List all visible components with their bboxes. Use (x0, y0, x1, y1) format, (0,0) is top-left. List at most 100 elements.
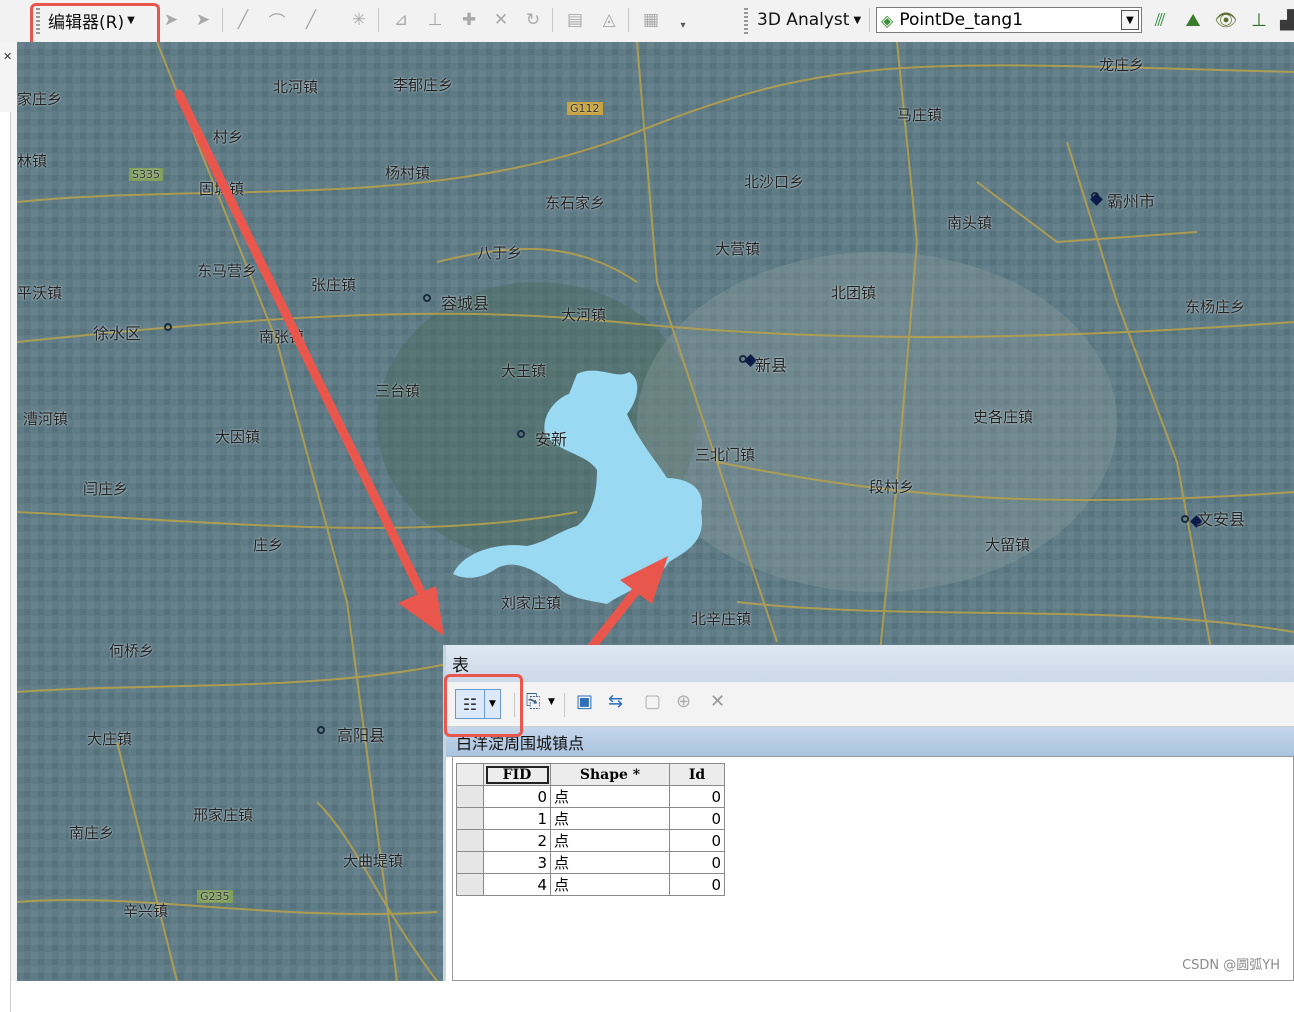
profile-graph-icon[interactable]: ▟ (1275, 7, 1294, 33)
cell-shape[interactable]: 点 (550, 829, 670, 852)
cell-fid[interactable]: 4 (483, 873, 551, 896)
reshape-feature-icon[interactable]: ⊥ (424, 9, 446, 31)
place-label: 村乡 (213, 128, 244, 146)
place-label: 南庄乡 (69, 824, 115, 842)
create-features-icon[interactable]: ▦ (640, 9, 662, 31)
table-options-button[interactable]: ☷ ▼ (455, 689, 501, 719)
place-label: 大营镇 (715, 240, 761, 258)
cell-shape[interactable]: 点 (550, 873, 670, 896)
chevron-down-icon: ▼ (853, 14, 862, 26)
edit-annotation-tool-icon[interactable]: ➤ (192, 9, 214, 31)
select-by-attributes-icon[interactable]: ▣ (576, 691, 593, 712)
road-shield: G235 (197, 890, 233, 903)
segment-tools-icon[interactable]: ╱ (300, 9, 322, 31)
dock-panel-edge (0, 112, 11, 1012)
place-label: 张庄镇 (311, 276, 357, 294)
place-label: 庄乡 (253, 536, 284, 554)
attribute-table-window: 表 ☷ ▼ ⎘ ▼ ▣ ⇆ ▢ ⊕ ✕ 白洋淀周围城镇点 FID Shape *… (443, 645, 1294, 981)
cell-fid[interactable]: 1 (483, 807, 551, 830)
editor-menu[interactable]: 编辑器(R) ▼ (48, 6, 135, 34)
place-label: 北沙口乡 (744, 173, 805, 191)
table-row[interactable]: 3 点 0 (456, 851, 725, 874)
attributes-icon[interactable]: ▤ (564, 9, 586, 31)
table-tab-label: 白洋淀周围城镇点 (456, 734, 585, 753)
switch-selection-icon[interactable]: ⇆ (608, 691, 623, 712)
chevron-down-icon: ▼ (127, 14, 135, 26)
related-tables-icon[interactable]: ⎘ (526, 691, 540, 712)
toolbar-grip[interactable] (36, 8, 40, 34)
line-of-sight-icon[interactable]: 👁 (1214, 7, 1238, 33)
place-label: 东石家乡 (545, 194, 606, 212)
city-dot (517, 430, 525, 438)
column-header-shape[interactable]: Shape * (550, 763, 670, 786)
contour-icon[interactable]: ⫻ (1148, 7, 1172, 33)
row-selector[interactable] (456, 829, 484, 852)
cell-id[interactable]: 0 (669, 829, 725, 852)
layer-select[interactable]: ◈ PointDe_tang1 ▼ (876, 7, 1142, 33)
place-label: 林镇 (17, 152, 48, 170)
edit-vertices-icon[interactable]: ⊿ (390, 9, 412, 31)
cell-fid[interactable]: 3 (483, 851, 551, 874)
3d-analyst-menu[interactable]: 3D Analyst ▼ (757, 6, 861, 34)
place-label: 固城镇 (199, 180, 245, 198)
separator (628, 8, 629, 32)
dock-close-icon[interactable]: ✕ (3, 50, 12, 63)
place-label: 邢家庄镇 (193, 806, 254, 824)
cell-id[interactable]: 0 (669, 873, 725, 896)
edit-tool-icon[interactable]: ➤ (160, 9, 182, 31)
place-label: 霸州市 (1107, 192, 1156, 211)
watermark: CSDN @圆弧YH (1182, 958, 1280, 973)
city-dot (1181, 515, 1189, 523)
table-window-titlebar[interactable]: 表 (446, 645, 1294, 682)
separator (222, 8, 223, 32)
place-label: 安新 (535, 430, 568, 449)
delete-selected-icon[interactable]: ✕ (710, 691, 725, 712)
row-selector[interactable] (456, 851, 484, 874)
cell-shape[interactable]: 点 (550, 851, 670, 874)
split-tool-icon[interactable]: ✕ (490, 9, 512, 31)
place-label: 刘家庄镇 (501, 594, 562, 612)
clear-selection-icon[interactable]: ▢ (644, 691, 661, 712)
cell-id[interactable]: 0 (669, 851, 725, 874)
rotate-tool-icon[interactable]: ↻ (522, 9, 544, 31)
place-label: 东杨庄乡 (1185, 298, 1246, 316)
cell-id[interactable]: 0 (669, 785, 725, 808)
place-label: 北辛庄镇 (691, 610, 752, 628)
place-label: 大庄镇 (87, 730, 133, 748)
steepest-path-icon[interactable]: ⛰ (1181, 7, 1205, 33)
separator (869, 8, 870, 32)
row-selector[interactable] (456, 807, 484, 830)
table-row[interactable]: 2 点 0 (456, 829, 725, 852)
place-label: 三北门镇 (695, 446, 756, 464)
table-tab[interactable]: 白洋淀周围城镇点 (446, 727, 1294, 757)
cell-fid[interactable]: 0 (483, 785, 551, 808)
table-row[interactable]: 0 点 0 (456, 785, 725, 808)
point-tool-icon[interactable]: ✳ (348, 9, 370, 31)
cell-id[interactable]: 0 (669, 807, 725, 830)
place-label: 徐水区 (93, 324, 142, 343)
toolbar-grip[interactable] (744, 8, 748, 34)
column-header-fid[interactable]: FID (483, 763, 551, 786)
cut-polygons-icon[interactable]: ✚ (458, 9, 480, 31)
place-label: 东马营乡 (197, 262, 258, 280)
cell-shape[interactable]: 点 (550, 807, 670, 830)
interpolate-point-icon[interactable]: ⊥ (1247, 7, 1271, 33)
chevron-down-icon[interactable]: ▼ (548, 697, 555, 707)
sketch-properties-icon[interactable]: ◬ (598, 9, 620, 31)
cell-shape[interactable]: 点 (550, 785, 670, 808)
zoom-to-selected-icon[interactable]: ⊕ (676, 691, 691, 712)
column-header-id[interactable]: Id (669, 763, 725, 786)
row-selector[interactable] (456, 785, 484, 808)
city-dot (164, 323, 172, 331)
cell-fid[interactable]: 2 (483, 829, 551, 852)
chevron-down-icon[interactable]: ▼ (1121, 10, 1139, 30)
arc-segment-icon[interactable]: ⌒ (266, 9, 288, 33)
row-selector-header[interactable] (456, 763, 484, 786)
separator (564, 693, 565, 717)
straight-segment-icon[interactable]: ╱ (232, 9, 254, 31)
table-row[interactable]: 4 点 0 (456, 873, 725, 896)
toolbar-overflow-icon[interactable]: ▾ (672, 14, 694, 36)
table-row[interactable]: 1 点 0 (456, 807, 725, 830)
row-selector[interactable] (456, 873, 484, 896)
place-label: 南头镇 (947, 214, 993, 232)
